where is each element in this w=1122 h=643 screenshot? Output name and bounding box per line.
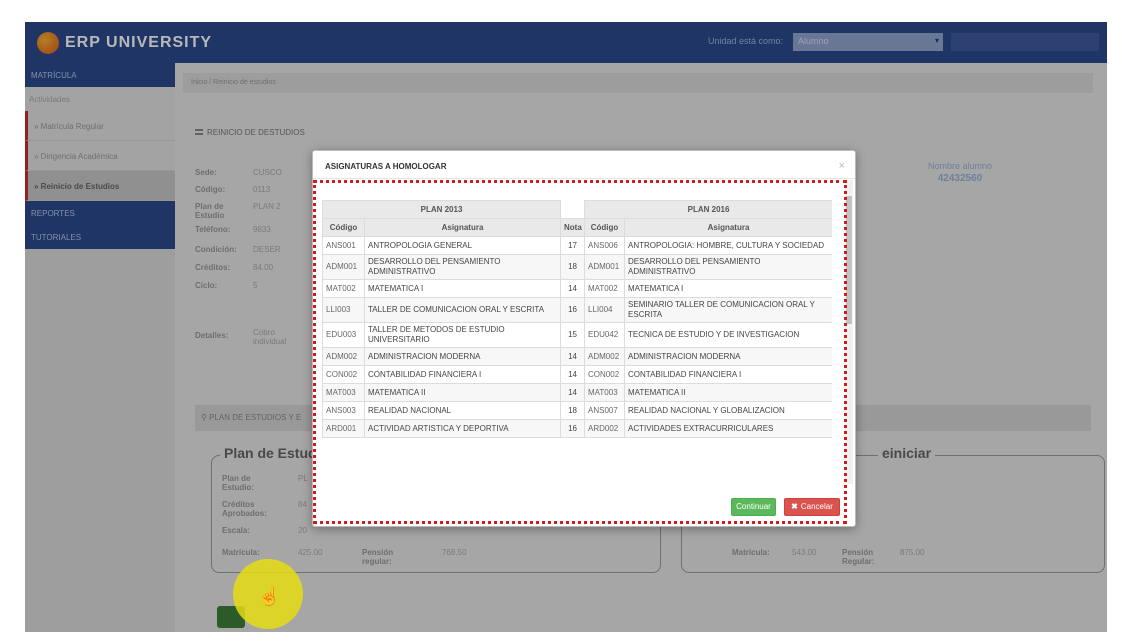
cancel-button[interactable]: ✖ Cancelar [784,498,840,516]
modal-title: ASIGNATURAS A HOMOLOGAR [325,162,447,171]
highlight-annotation [313,180,847,524]
hand-cursor-icon: ☝ [258,586,281,606]
continue-button[interactable]: Continuar [731,498,776,516]
screen: ERP UNIVERSITY Unidad está como: Alumno … [0,0,1122,643]
close-icon[interactable]: × [839,160,845,172]
cancel-label: Cancelar [800,502,833,511]
divider [313,178,855,179]
close-icon: ✖ [791,502,798,511]
